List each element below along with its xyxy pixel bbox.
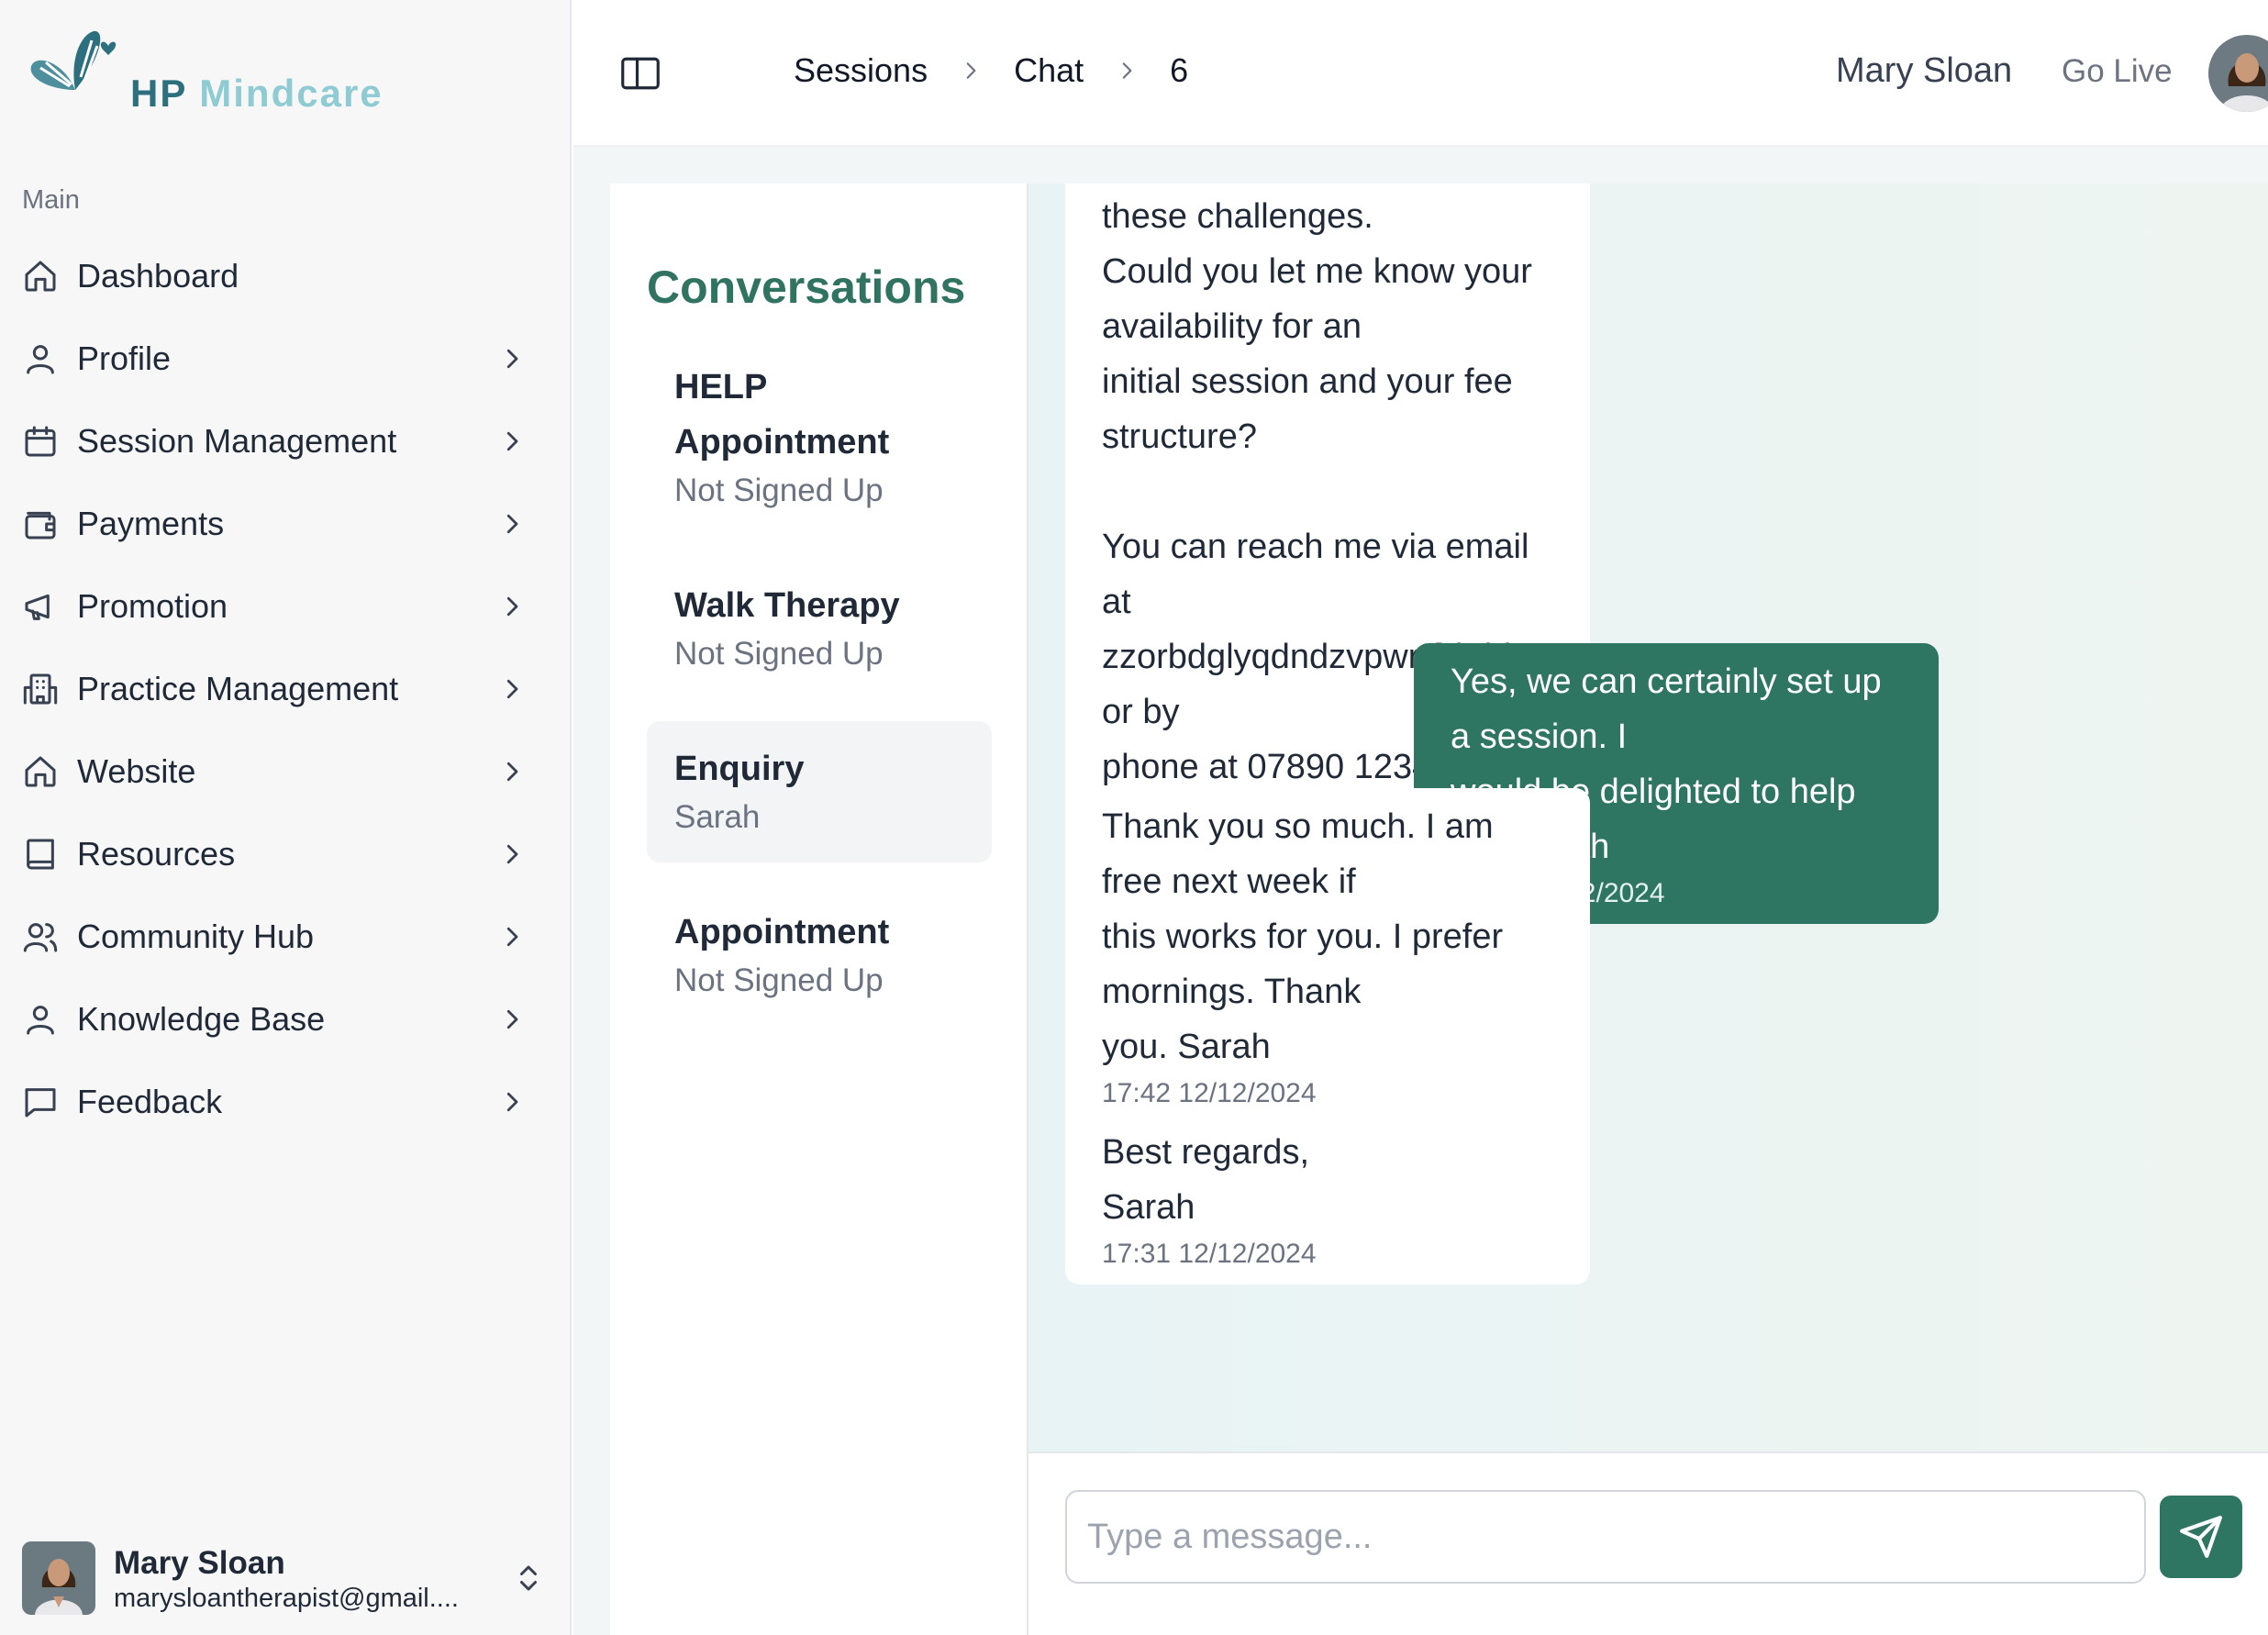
conversation-title: Appointment (674, 423, 890, 462)
chevron-right-icon (506, 762, 518, 782)
conversation-title: Enquiry (674, 750, 805, 788)
sidebar-item-label: Website (77, 752, 196, 790)
main-content: Conversations HELP Appointment Not Signed … (573, 147, 2268, 1635)
conversation-item[interactable]: Appointment Not Signed Up (647, 884, 992, 1026)
chevrons-up-down-icon (520, 1565, 537, 1591)
message-input[interactable] (1065, 1490, 2146, 1584)
send-icon (2180, 1516, 2222, 1558)
calendar-icon (25, 426, 56, 457)
sidebar-item-label: Feedback (77, 1083, 223, 1120)
user-icon (27, 1006, 54, 1035)
go-live-button[interactable]: Go Live (2062, 53, 2173, 90)
user-icon (27, 345, 54, 374)
conversation-subtitle: Not Signed Up (674, 636, 884, 672)
chevron-right-icon (506, 1009, 518, 1029)
users-icon (23, 923, 58, 952)
conversation-subtitle: Not Signed Up (674, 473, 884, 508)
section-label-main: Main (22, 185, 80, 215)
sidebar-item-label: Knowledge Base (77, 1000, 326, 1038)
sidebar-item-label: Community Hub (77, 918, 315, 955)
chevron-right-icon (506, 927, 518, 947)
conversation-title: Walk Therapy (674, 586, 900, 625)
chevron-right-icon (506, 844, 518, 864)
conversation-item[interactable]: HELP Appointment Not Signed Up (647, 339, 992, 536)
sidebar-item-promotion[interactable]: Promotion (0, 565, 572, 648)
sidebar-item-label: Session Management (77, 422, 397, 460)
chevron-right-icon (506, 514, 518, 534)
conversation-subtitle: Not Signed Up (674, 962, 884, 998)
chat-messages[interactable]: help me better navigate these challenges… (1028, 184, 2268, 1451)
sidebar-item-session-management[interactable]: Session Management (0, 400, 572, 483)
message-composer (1028, 1451, 2268, 1635)
brand-name: HP Mindcare (130, 72, 384, 115)
avatar (22, 1541, 95, 1615)
conversation-title: HELP (674, 368, 768, 406)
conversation-list: HELP Appointment Not Signed Up Walk Therapy… (647, 339, 992, 1048)
sidebar-item-dashboard[interactable]: Dashboard (0, 235, 572, 317)
conversation-subtitle: Sarah (674, 799, 761, 835)
header-avatar[interactable] (2208, 35, 2268, 112)
header-user-name: Mary Sloan (1836, 51, 2013, 90)
send-button[interactable] (2160, 1496, 2242, 1578)
sidebar-item-label: Resources (77, 835, 236, 873)
chevron-right-icon (506, 1092, 518, 1112)
home-icon (25, 756, 56, 787)
home-icon (25, 261, 56, 292)
sidebar-item-community-hub[interactable]: Community Hub (0, 895, 572, 978)
sidebar-item-label: Promotion (77, 587, 228, 625)
message-text: Thank you so much. I am free next week i… (1102, 807, 1504, 1066)
sidebar-item-feedback[interactable]: Feedback (0, 1061, 572, 1143)
conversations-panel: Conversations HELP Appointment Not Signed … (610, 184, 1028, 1635)
user-email: marysloantherapist@gmail.... (114, 1584, 459, 1613)
conversation-item[interactable]: Enquiry Sarah (647, 721, 992, 862)
sidebar-item-profile[interactable]: Profile (0, 317, 572, 400)
breadcrumb-current: 6 (1170, 51, 1189, 89)
building-icon (23, 673, 58, 705)
sidebar-nav: Dashboard Profile Session Management Paymen… (0, 235, 572, 1143)
wallet-icon (25, 511, 56, 539)
breadcrumb-sessions[interactable]: Sessions (794, 51, 928, 90)
chevron-right-icon (506, 349, 518, 369)
sidebar-item-label: Dashboard (77, 257, 239, 295)
chevron-right-icon (506, 679, 518, 699)
book-icon (27, 839, 54, 870)
sidebar-item-label: Practice Management (77, 670, 399, 707)
sidebar-toggle-icon[interactable] (621, 57, 660, 90)
sidebar-item-payments[interactable]: Payments (0, 483, 572, 565)
user-name: Mary Sloan (114, 1545, 285, 1581)
message-timestamp: 17:31 12/12/2024 (1102, 1239, 1317, 1269)
chevron-right-icon (966, 62, 976, 79)
sidebar: HP Mindcare Main Dashboard Profile Session… (0, 0, 572, 1635)
message-square-icon (25, 1088, 56, 1118)
message-timestamp: 17:42 12/12/2024 (1102, 1078, 1317, 1108)
conversation-title: Appointment (674, 913, 890, 951)
breadcrumb: Sessions Chat 6 (794, 51, 1188, 90)
megaphone-icon (25, 594, 50, 620)
sidebar-item-practice-management[interactable]: Practice Management (0, 648, 572, 730)
sidebar-item-website[interactable]: Website (0, 730, 572, 813)
chevron-right-icon (506, 431, 518, 451)
sidebar-item-resources[interactable]: Resources (0, 813, 572, 895)
user-account-menu[interactable]: Mary Sloan marysloantherapist@gmail.... (22, 1541, 545, 1617)
sidebar-item-knowledge-base[interactable]: Knowledge Base (0, 978, 572, 1061)
brand-logo[interactable]: HP Mindcare (28, 26, 395, 127)
sidebar-item-label: Payments (77, 505, 225, 542)
breadcrumb-chat[interactable]: Chat (1014, 51, 1084, 90)
chevron-right-icon (1122, 62, 1132, 79)
message-bubble-incoming: Thank you so much. I am free next week i… (1065, 788, 1590, 1124)
sidebar-item-label: Profile (77, 339, 172, 377)
top-header: Sessions Chat 6 Mary Sloan Go Live (573, 0, 2268, 147)
chevron-right-icon (506, 596, 518, 617)
conversation-item[interactable]: Walk Therapy Not Signed Up (647, 558, 992, 699)
conversations-title: Conversations (647, 261, 966, 313)
butterfly-logo-icon (30, 30, 117, 90)
